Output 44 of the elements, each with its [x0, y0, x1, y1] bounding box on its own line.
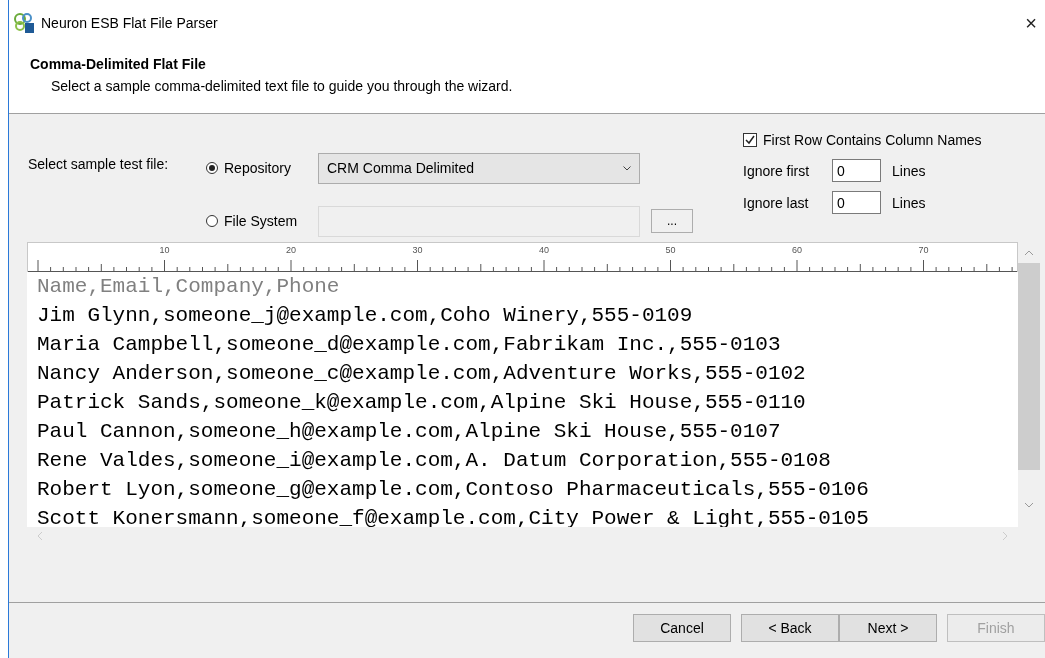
ruler-number: 10 [159, 245, 170, 255]
ruler-number: 20 [286, 245, 296, 255]
data-line: Jim Glynn,someone_j@example.com,Coho Winery,555-0109 [37, 303, 693, 329]
checkbox[interactable] [743, 133, 757, 147]
close-button[interactable]: × [1019, 11, 1043, 35]
line-count-field[interactable]: 0 [832, 191, 881, 214]
repository-dropdown[interactable]: CRM Comma Delimited [318, 152, 640, 184]
scroll-up-icon[interactable] [1024, 250, 1034, 256]
radio-label: Repository [224, 160, 291, 176]
radio-button[interactable] [206, 162, 218, 174]
page-description: Select a sample comma-delimited text file to guide you through the wizard. [50, 78, 514, 94]
radio-button[interactable] [206, 215, 218, 227]
radio-label: File System [224, 213, 298, 229]
data-line: Rene Valdes,someone_i@example.com,A. Datum Corporation,555-0108 [37, 448, 831, 474]
ruler-number: 30 [412, 245, 423, 255]
line-count-field[interactable]: 0 [832, 159, 881, 182]
wizard-button[interactable]: Next > [839, 614, 937, 642]
column-header-line: Name,Email,Company,Phone [37, 274, 340, 300]
wizard-button[interactable]: < Back [741, 614, 839, 642]
chevron-down-icon [623, 165, 631, 171]
ignore-lines-label: Ignore first [743, 162, 811, 179]
ruler-number: 60 [792, 245, 802, 255]
window-title: Neuron ESB Flat File Parser [41, 15, 219, 31]
scrollbar-thumb[interactable] [1018, 263, 1040, 470]
data-line: Maria Campbell,someone_d@example.com,Fabrikam Inc.,555-0103 [37, 332, 781, 358]
wizard-button[interactable]: Cancel [633, 614, 731, 642]
data-line: Patrick Sands,someone_k@example.com,Alpine Ski House,555-0110 [37, 390, 806, 416]
app-logo-icon [13, 12, 35, 34]
scroll-left-icon[interactable] [37, 531, 43, 541]
page-title: Comma-Delimited Flat File [30, 56, 207, 72]
ruler-number: 50 [665, 245, 676, 255]
data-line: Robert Lyon,someone_g@example.com,Contoso Pharmaceuticals,555-0106 [37, 477, 869, 503]
scroll-down-icon[interactable] [1024, 502, 1034, 508]
browse-button[interactable]: ... [651, 209, 693, 233]
data-line: Paul Cannon,someone_h@example.com,Alpine Ski House,555-0107 [37, 419, 781, 445]
ruler-number: 70 [918, 245, 929, 255]
sample-file-label: Select sample test file: [28, 155, 170, 174]
data-line: Nancy Anderson,someone_c@example.com,Adventure Works,555-0102 [37, 361, 806, 387]
ignore-lines-label: Ignore last [743, 194, 810, 211]
unit-label: Lines [892, 162, 926, 179]
unit-label: Lines [892, 194, 926, 211]
scroll-right-icon[interactable] [1002, 531, 1008, 541]
ruler-number: 40 [539, 245, 549, 255]
checkbox-label: First Row Contains Column Names [763, 132, 982, 148]
